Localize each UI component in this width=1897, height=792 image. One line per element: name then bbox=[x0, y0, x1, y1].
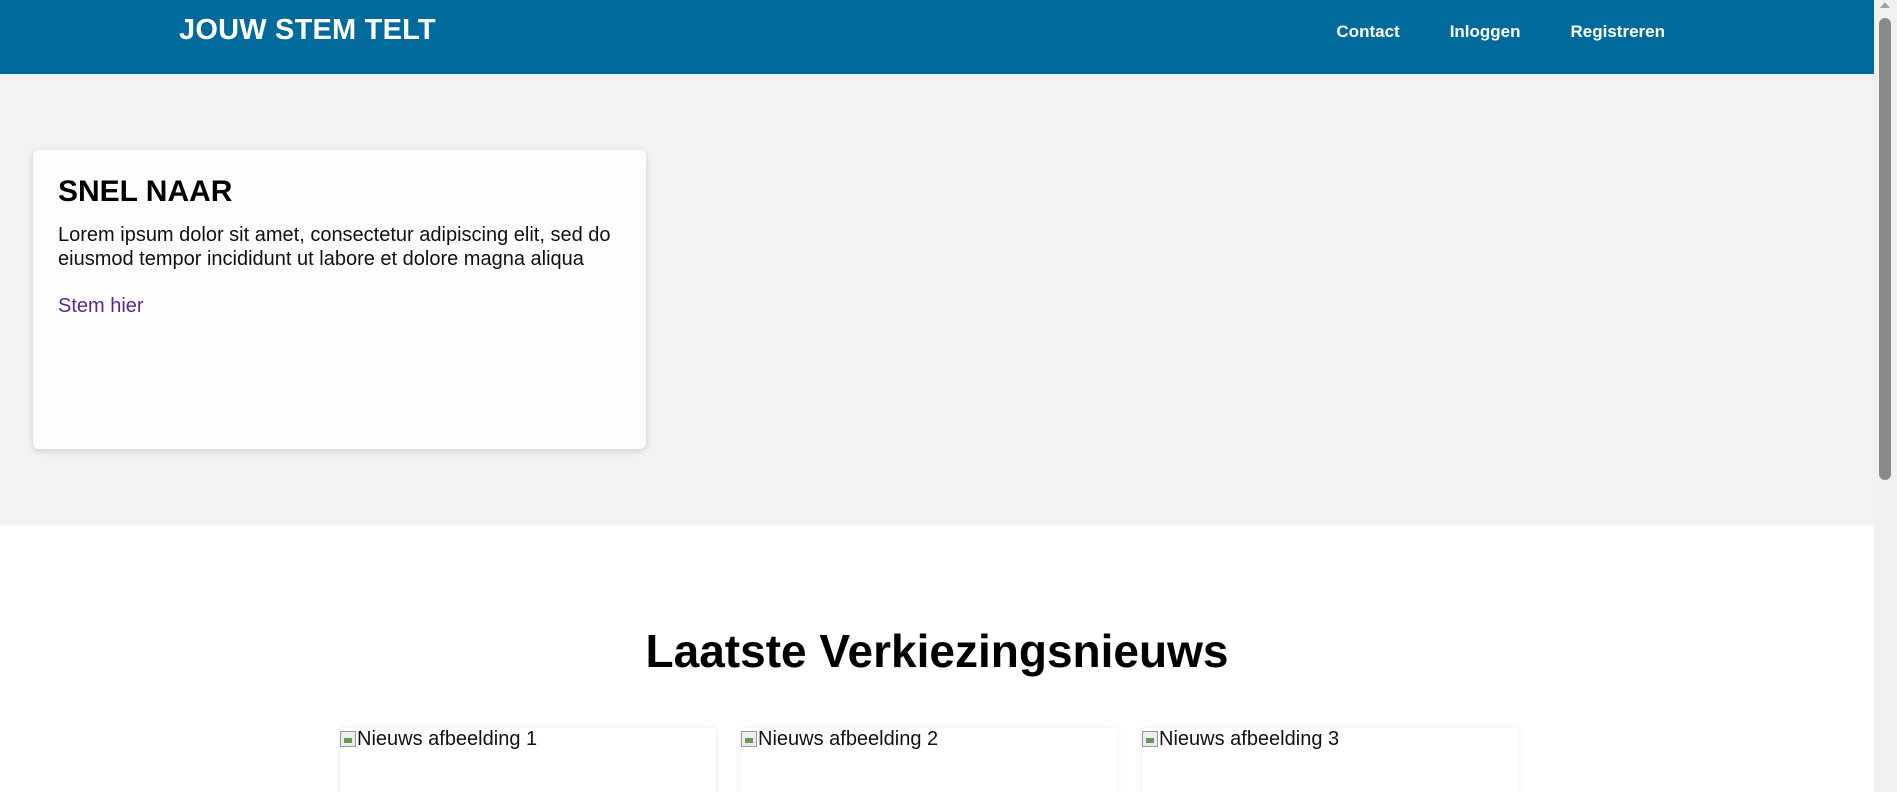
news-image-alt: Nieuws afbeelding 2 bbox=[758, 728, 939, 750]
broken-image-icon bbox=[1142, 731, 1158, 747]
top-navbar: JOUW STEM TELT Contact Inloggen Registre… bbox=[0, 0, 1874, 74]
news-image-alt: Nieuws afbeelding 3 bbox=[1159, 728, 1340, 750]
main-nav: Contact Inloggen Registreren bbox=[1336, 22, 1665, 42]
nav-login-link[interactable]: Inloggen bbox=[1450, 22, 1521, 42]
broken-image-icon bbox=[340, 731, 356, 747]
page-scrollbar[interactable] bbox=[1874, 0, 1897, 792]
news-image-alt: Nieuws afbeelding 1 bbox=[357, 728, 538, 750]
news-list: Nieuws afbeelding 1 Nieuws afbeelding 2 … bbox=[340, 728, 1518, 792]
card-title: SNEL NAAR bbox=[58, 175, 233, 208]
news-card[interactable]: Nieuws afbeelding 3 bbox=[1142, 728, 1518, 792]
news-section-title: Laatste Verkiezingsnieuws bbox=[645, 625, 1229, 677]
news-card[interactable]: Nieuws afbeelding 2 bbox=[741, 728, 1117, 792]
news-card[interactable]: Nieuws afbeelding 1 bbox=[340, 728, 716, 792]
scrollbar-thumb[interactable] bbox=[1879, 18, 1891, 480]
nav-contact-link[interactable]: Contact bbox=[1336, 22, 1399, 42]
scroll-up-arrow-icon[interactable] bbox=[1880, 2, 1890, 8]
quick-links-card: SNEL NAAR Lorem ipsum dolor sit amet, co… bbox=[33, 150, 646, 449]
hero-section: SNEL NAAR Lorem ipsum dolor sit amet, co… bbox=[0, 74, 1874, 525]
vote-here-link[interactable]: Stem hier bbox=[58, 295, 144, 318]
broken-image-icon bbox=[741, 731, 757, 747]
nav-register-link[interactable]: Registreren bbox=[1571, 22, 1665, 42]
site-brand[interactable]: JOUW STEM TELT bbox=[179, 14, 436, 47]
card-text: Lorem ipsum dolor sit amet, consectetur … bbox=[58, 224, 611, 270]
